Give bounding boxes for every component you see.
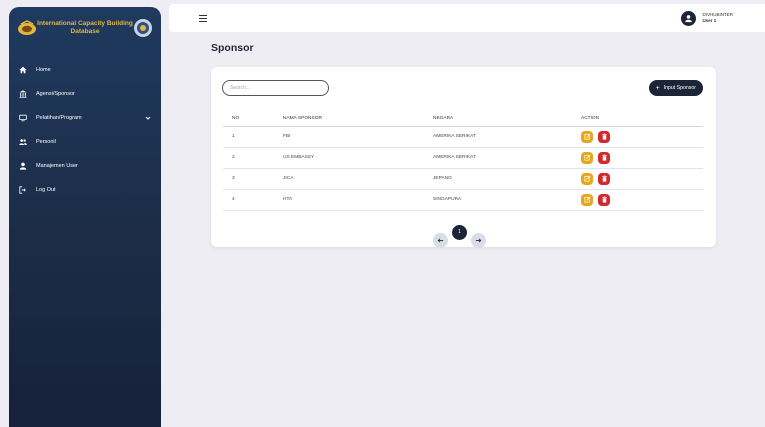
sidebar-nav: Home Agensi/Sponsor Pelatihan/Program Pe… <box>9 58 161 202</box>
edit-icon <box>584 196 590 203</box>
edit-button[interactable] <box>581 172 593 185</box>
cell-sponsor: FBI <box>283 126 433 148</box>
pagination: 1 <box>433 216 486 248</box>
column-header-negara: NEGARA <box>433 112 581 127</box>
brand: International Capacity Building Database <box>9 7 161 41</box>
cell-sponsor: US EMBASSY <box>283 147 433 169</box>
input-sponsor-button[interactable]: + Input Sponsor <box>648 80 703 96</box>
plus-icon: + <box>655 84 660 92</box>
home-icon <box>19 66 33 75</box>
sidebar-item-manajemen-user[interactable]: Manajemen User <box>9 154 161 178</box>
edit-button[interactable] <box>581 130 593 143</box>
search-input[interactable] <box>222 80 329 96</box>
cell-action <box>581 126 703 148</box>
delete-button[interactable] <box>598 172 610 185</box>
table-row: 3 JICA JEPANG <box>223 168 703 190</box>
topbar: DIVHUBINTER User 1 <box>169 4 765 32</box>
users-icon <box>19 138 33 147</box>
cell-negara: SINGAPURA <box>433 189 581 211</box>
logo-icon <box>17 18 37 38</box>
user-info: DIVHUBINTER User 1 <box>702 12 733 24</box>
monitor-icon <box>19 114 33 123</box>
edit-icon <box>584 154 590 161</box>
cell-action <box>581 168 703 190</box>
sidebar-item-label: Agensi/Sponsor <box>36 91 75 97</box>
trash-icon <box>601 154 607 161</box>
column-header-nama-sponsor: NAMA SPONSOR <box>283 112 433 127</box>
sponsor-card: + Input Sponsor NO NAMA SPONSOR NEGARA A… <box>211 67 716 248</box>
table-row: 1 FBI AMERIKA SERIKAT <box>223 126 703 148</box>
sidebar-item-label: Home <box>36 67 51 73</box>
column-header-action: ACTION <box>581 112 703 127</box>
delete-button[interactable] <box>598 193 610 206</box>
cell-negara: AMERIKA SERIKAT <box>433 126 581 148</box>
sidebar-item-personil[interactable]: Personil <box>9 130 161 154</box>
cell-no: 2 <box>223 147 283 169</box>
table-row: 2 US EMBASSY AMERIKA SERIKAT <box>223 147 703 169</box>
edit-icon <box>584 133 590 140</box>
input-sponsor-label: Input Sponsor <box>663 85 696 91</box>
sidebar-item-label: Manajemen User <box>36 163 78 169</box>
cell-action <box>581 147 703 169</box>
sidebar-item-home[interactable]: Home <box>9 58 161 82</box>
sidebar-item-agensi-sponsor[interactable]: Agensi/Sponsor <box>9 82 161 106</box>
sidebar-item-label: Personil <box>36 139 56 145</box>
trash-icon <box>601 175 607 182</box>
app-title-line1: International Capacity Building <box>37 20 133 27</box>
sidebar-item-label: Pelatihan/Program <box>36 115 82 121</box>
cell-action <box>581 189 703 211</box>
column-header-no: NO <box>223 112 283 127</box>
building-icon <box>19 90 33 99</box>
cell-no: 4 <box>223 189 283 211</box>
sidebar: International Capacity Building Database… <box>9 7 161 427</box>
edit-button[interactable] <box>581 193 593 206</box>
table-header-row: NO NAMA SPONSOR NEGARA ACTION <box>223 112 703 127</box>
menu-icon[interactable] <box>199 14 207 22</box>
next-page-button[interactable] <box>471 233 486 248</box>
cell-no: 1 <box>223 126 283 148</box>
user-avatar-icon <box>685 14 693 22</box>
sidebar-item-log-out[interactable]: Log Out <box>9 178 161 202</box>
arrow-left-icon <box>437 238 444 243</box>
user-name: User 1 <box>702 18 717 23</box>
page-button-current[interactable]: 1 <box>452 224 467 240</box>
sponsor-table: NO NAMA SPONSOR NEGARA ACTION 1 FBI AMER… <box>223 112 703 211</box>
arrow-right-icon <box>475 238 482 243</box>
cell-sponsor: JICA <box>283 168 433 190</box>
prev-page-button[interactable] <box>433 233 448 248</box>
user-menu[interactable]: DIVHUBINTER User 1 <box>681 10 733 26</box>
sidebar-item-label: Log Out <box>36 187 56 193</box>
delete-button[interactable] <box>598 151 610 164</box>
chevron-down-icon[interactable] <box>145 115 151 121</box>
user-icon <box>19 162 33 171</box>
trash-icon <box>601 196 607 203</box>
sidebar-item-pelatihan-program[interactable]: Pelatihan/Program <box>9 106 161 130</box>
edit-icon <box>584 175 590 182</box>
cell-negara: JEPANG <box>433 168 581 190</box>
delete-button[interactable] <box>598 130 610 143</box>
logout-icon <box>19 186 33 195</box>
app-title-line2: Database <box>70 28 100 35</box>
table-row: 4 HTA SINGAPURA <box>223 189 703 211</box>
trash-icon <box>601 133 607 140</box>
emblem-icon <box>133 18 153 38</box>
cell-negara: AMERIKA SERIKAT <box>433 147 581 169</box>
edit-button[interactable] <box>581 151 593 164</box>
cell-no: 3 <box>223 168 283 190</box>
cell-sponsor: HTA <box>283 189 433 211</box>
app-title: International Capacity Building Database <box>37 20 133 36</box>
page-title: Sponsor <box>211 42 254 54</box>
avatar[interactable] <box>681 10 697 26</box>
